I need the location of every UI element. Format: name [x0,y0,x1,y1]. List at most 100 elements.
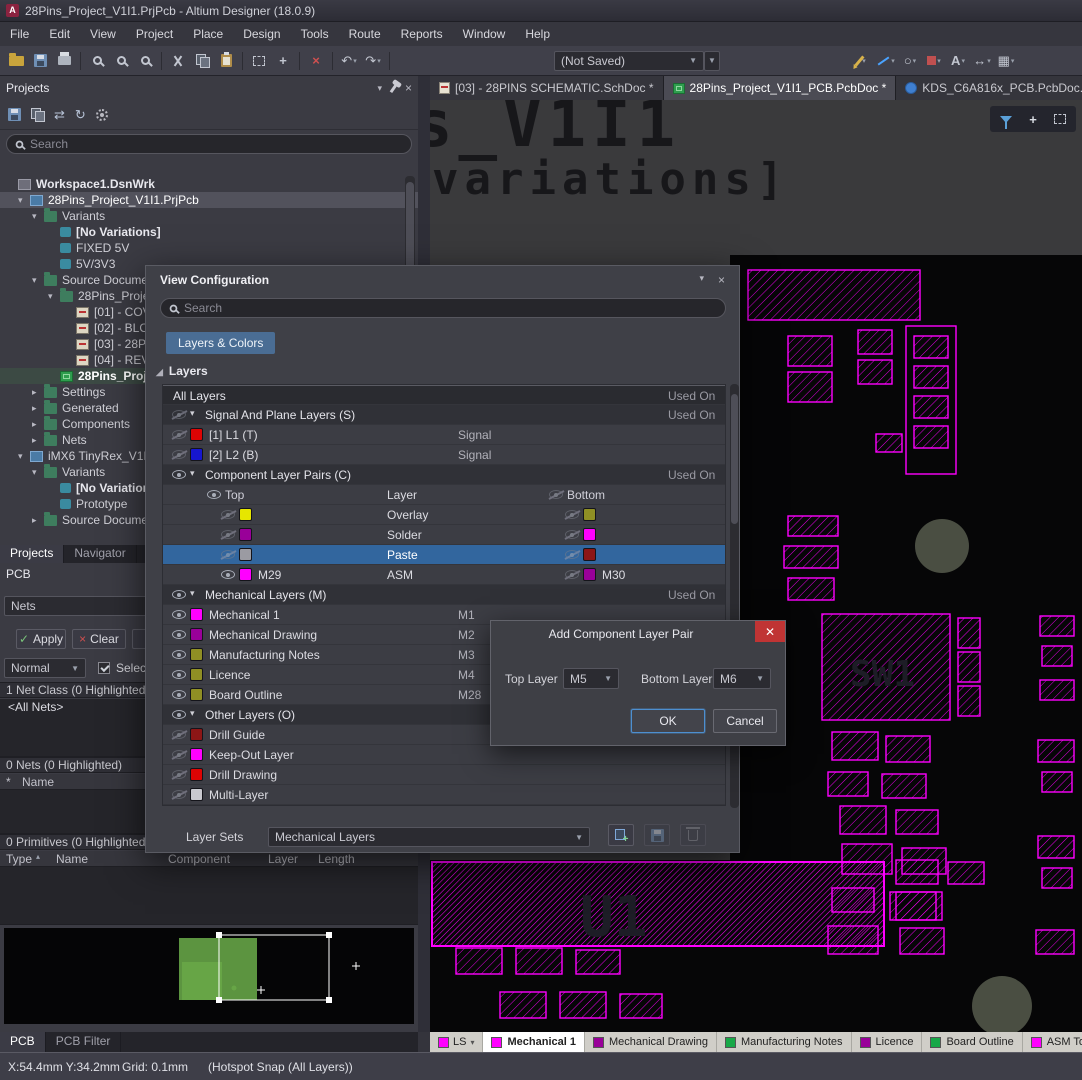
menu-item-window[interactable]: Window [453,23,516,45]
layer-row-drill-drawing[interactable]: Drill Drawing [163,765,725,785]
clear-filter-button[interactable]: × [304,49,328,73]
visibility-eye-icon[interactable] [172,670,186,679]
layer-tab-mechanical1[interactable]: Mechanical 1 [483,1032,584,1052]
visibility-eye-icon[interactable] [172,430,186,439]
layer-color-swatch[interactable] [239,528,252,541]
expand-arrow-icon[interactable] [190,408,195,419]
layer-color-swatch[interactable] [190,428,203,441]
visibility-eye-icon[interactable] [565,530,579,539]
layer-color-swatch[interactable] [190,648,203,661]
visibility-eye-icon[interactable] [172,790,186,799]
visibility-eye-icon[interactable] [172,750,186,759]
sync-icon[interactable]: ⇄ [54,108,65,121]
select-area-button[interactable] [247,49,271,73]
doc-tab-htm[interactable]: KDS_C6A816x_PCB.PcbDoc.htm [896,76,1082,100]
layer-column[interactable]: Layer [268,852,298,866]
add-layer-set-button[interactable] [608,824,634,846]
layer-color-swatch[interactable] [239,548,252,561]
tab-layers-and-colors[interactable]: Layers & Colors [166,332,275,354]
layer-group-mechanical[interactable]: Mechanical Layers (M) Used On [163,585,725,605]
window-titlebar[interactable]: A 28Pins_Project_V1I1.PrjPcb - Altium De… [0,0,1082,22]
expand-arrow-icon[interactable]: ▾ [48,288,60,304]
redo-button[interactable]: ↷▾ [361,49,385,73]
copy-button[interactable] [190,49,214,73]
zoom-in-button[interactable] [85,49,109,73]
layer-tab-mechanical-drawing[interactable]: Mechanical Drawing [585,1032,717,1052]
star-column[interactable]: * [6,775,11,789]
name-column[interactable]: Name [22,775,54,789]
layer-color-swatch[interactable] [190,448,203,461]
expand-arrow-icon[interactable] [190,468,195,479]
expand-arrow-icon[interactable]: ▸ [32,416,44,432]
tree-item-fixed5v[interactable]: FIXED 5V [0,240,418,256]
expand-arrow-icon[interactable]: ▸ [32,512,44,528]
layer-sets-button[interactable]: LS ▾ [430,1032,483,1052]
layer-color-swatch[interactable] [239,508,252,521]
visibility-eye-icon[interactable] [172,610,186,619]
layers-section-header[interactable]: ◢Layers [156,364,208,378]
cancel-button[interactable]: Cancel [713,709,777,733]
tree-item-project[interactable]: ▾28Pins_Project_V1I1.PrjPcb [0,192,418,208]
expand-arrow-icon[interactable]: ▾ [32,464,44,480]
layer-color-swatch[interactable] [190,788,203,801]
visibility-eye-icon[interactable] [221,570,235,579]
chevron-down-icon[interactable]: ▾ [377,83,382,94]
add-button[interactable]: + [1021,108,1045,130]
menu-item-view[interactable]: View [80,23,126,45]
view-mode-dropdown[interactable]: Normal ▼ [4,658,86,678]
primitives-list[interactable] [0,867,418,925]
menu-item-project[interactable]: Project [126,23,183,45]
visibility-eye-icon[interactable] [172,730,186,739]
copy-icon[interactable] [31,108,44,121]
close-icon[interactable]: × [718,273,725,287]
line-tool-button[interactable]: ▾ [874,49,898,73]
save-button[interactable] [28,49,52,73]
layers-search-box[interactable] [160,298,726,318]
panel-tab-projects[interactable]: Projects [0,545,64,563]
layer-row-l2[interactable]: [2] L2 (B) Signal [163,445,725,465]
menu-item-design[interactable]: Design [233,23,290,45]
filter-combo[interactable]: (Not Saved) ▼ [554,51,704,71]
layer-color-swatch[interactable] [190,628,203,641]
layer-color-swatch[interactable] [190,728,203,741]
layer-color-swatch[interactable] [190,608,203,621]
doc-tab-pcb-active[interactable]: 28Pins_Project_V1I1_PCB.PcbDoc * [664,76,897,100]
layer-pair-row-asm[interactable]: M29 ASM M30 [163,565,725,585]
visibility-eye-icon[interactable] [221,530,235,539]
doc-tab-schematic[interactable]: [03] - 28PINS SCHEMATIC.SchDoc * [430,76,664,100]
scrollbar-thumb[interactable] [731,394,738,524]
zoom-area-button[interactable] [109,49,133,73]
open-button[interactable] [4,49,28,73]
layer-pair-row-paste[interactable]: Paste [163,545,725,565]
pcb-tab[interactable]: PCB [0,1032,46,1052]
gear-icon[interactable] [96,109,108,121]
close-icon[interactable]: × [405,81,412,95]
select-checkbox[interactable] [98,662,110,674]
layer-row-l1[interactable]: [1] L1 (T) Signal [163,425,725,445]
layer-color-swatch[interactable] [190,748,203,761]
menu-item-place[interactable]: Place [183,23,233,45]
print-button[interactable] [52,49,76,73]
layer-group-all-layers[interactable]: All Layers Used On [163,385,725,405]
via-tool-button[interactable]: ○▾ [898,49,922,73]
move-button[interactable]: + [271,49,295,73]
visibility-eye-icon[interactable] [172,630,186,639]
expand-arrow-icon[interactable] [190,708,195,719]
delete-layer-set-button[interactable] [680,824,706,846]
layer-row-keepout[interactable]: Keep-Out Layer [163,745,725,765]
expand-arrow-icon[interactable]: ▸ [32,384,44,400]
menu-item-edit[interactable]: Edit [39,23,80,45]
expand-arrow-icon[interactable]: ▸ [32,400,44,416]
name-column[interactable]: Name [56,852,88,866]
expand-arrow-icon[interactable] [190,588,195,599]
menu-item-reports[interactable]: Reports [391,23,453,45]
layer-color-swatch[interactable] [583,568,596,581]
tree-item-variants[interactable]: ▾Variants [0,208,418,224]
layer-sets-dropdown[interactable]: Mechanical Layers ▼ [268,827,590,847]
layer-color-swatch[interactable] [190,668,203,681]
expand-arrow-icon[interactable]: ▾ [18,448,30,464]
menu-item-route[interactable]: Route [339,23,391,45]
close-button[interactable]: ✕ [755,621,785,642]
visibility-eye-icon[interactable] [172,470,186,479]
undo-button[interactable]: ↶▾ [337,49,361,73]
